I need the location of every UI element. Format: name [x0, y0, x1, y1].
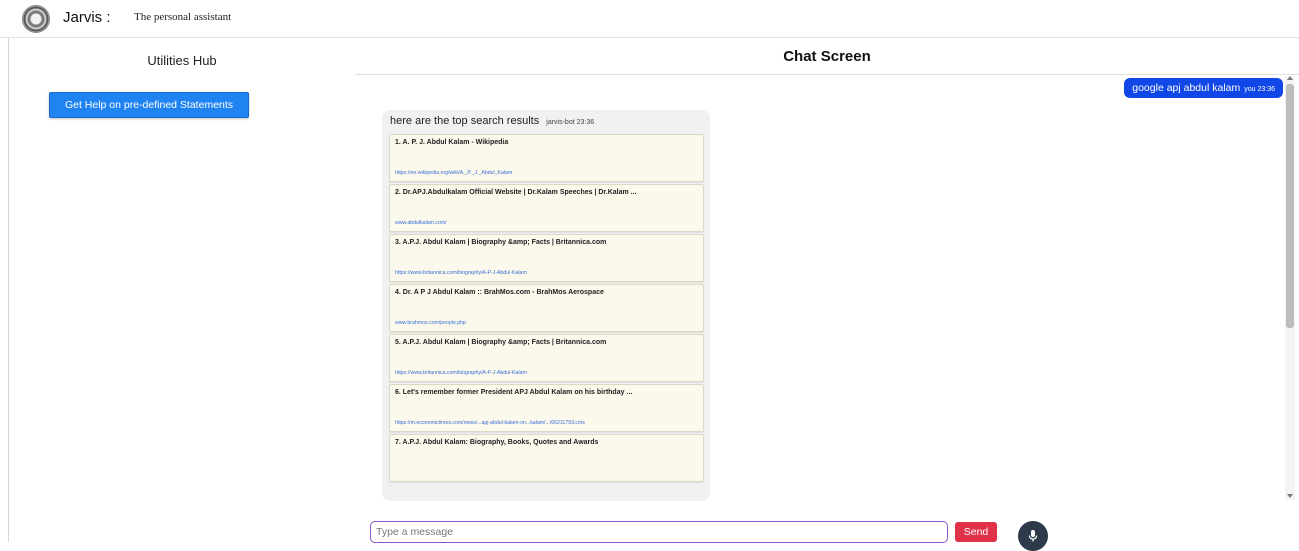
- bot-message-header: here are the top search results jarvis-b…: [390, 115, 594, 127]
- chat-messages-area[interactable]: google apj abdul kalam you 23:36 here ar…: [355, 75, 1299, 501]
- user-message-bubble: google apj abdul kalam you 23:36: [1124, 78, 1283, 98]
- app-name-text: Jarvis: [63, 9, 103, 26]
- search-result-title[interactable]: 7. A.P.J. Abdul Kalam: Biography, Books,…: [395, 439, 598, 446]
- search-result-card[interactable]: 1. A. P. J. Abdul Kalam - Wikipedia http…: [389, 134, 704, 182]
- user-message-text: google apj abdul kalam: [1132, 82, 1241, 94]
- app-name: Jarvis :: [63, 9, 111, 26]
- help-predefined-statements-button[interactable]: Get Help on pre-defined Statements: [49, 92, 249, 118]
- search-result-title[interactable]: 3. A.P.J. Abdul Kalam | Biography &amp; …: [395, 239, 606, 246]
- scrollbar-thumb[interactable]: [1286, 84, 1294, 328]
- logo-icon: [22, 5, 50, 33]
- bot-message-meta: jarvis-bot 23:36: [546, 119, 595, 126]
- bot-message-text: here are the top search results: [390, 115, 540, 127]
- search-result-title[interactable]: 6. Let's remember former President APJ A…: [395, 389, 632, 396]
- bot-message-bubble: here are the top search results jarvis-b…: [382, 110, 710, 501]
- scroll-up-arrow-icon[interactable]: [1287, 76, 1293, 80]
- app-name-separator: :: [106, 9, 111, 26]
- search-result-url[interactable]: https://www.britannica.com/biography/A-P…: [395, 270, 527, 276]
- microphone-icon: [1028, 530, 1038, 542]
- search-result-title[interactable]: 4. Dr. A P J Abdul Kalam :: BrahMos.com …: [395, 289, 604, 296]
- search-result-title[interactable]: 1. A. P. J. Abdul Kalam - Wikipedia: [395, 139, 508, 146]
- send-button[interactable]: Send: [955, 522, 997, 542]
- search-result-title[interactable]: 5. A.P.J. Abdul Kalam | Biography &amp; …: [395, 339, 606, 346]
- message-input[interactable]: [370, 521, 948, 543]
- search-result-url[interactable]: https://www.britannica.com/biography/A-P…: [395, 370, 527, 376]
- search-result-url[interactable]: https://en.wikipedia.org/wiki/A._P._J._A…: [395, 170, 512, 176]
- search-result-url[interactable]: www.abdulkalam.com/: [395, 220, 447, 226]
- search-result-card[interactable]: 5. A.P.J. Abdul Kalam | Biography &amp; …: [389, 334, 704, 382]
- search-result-url[interactable]: https://m.economictimes.com/news/...apj-…: [395, 420, 585, 426]
- search-result-card[interactable]: 2. Dr.APJ.Abdulkalam Official Website | …: [389, 184, 704, 232]
- app-header: Jarvis : The personal assistant: [0, 0, 1299, 38]
- chat-scrollbar[interactable]: [1285, 76, 1295, 500]
- microphone-button[interactable]: [1018, 521, 1048, 551]
- chat-screen-title: Chat Screen: [355, 38, 1299, 75]
- search-result-url[interactable]: www.brahmos.com/people.php: [395, 320, 466, 326]
- search-result-card[interactable]: 3. A.P.J. Abdul Kalam | Biography &amp; …: [389, 234, 704, 282]
- chat-panel: Chat Screen google apj abdul kalam you 2…: [355, 38, 1299, 551]
- sidebar-title: Utilities Hub: [147, 53, 217, 68]
- user-message-meta: you 23:36: [1244, 86, 1275, 93]
- scroll-down-arrow-icon[interactable]: [1287, 494, 1293, 498]
- app-subtitle: The personal assistant: [134, 11, 232, 23]
- search-result-card[interactable]: 4. Dr. A P J Abdul Kalam :: BrahMos.com …: [389, 284, 704, 332]
- utilities-sidebar: Utilities Hub Get Help on pre-defined St…: [8, 38, 356, 542]
- search-result-card[interactable]: 7. A.P.J. Abdul Kalam: Biography, Books,…: [389, 434, 704, 482]
- search-result-title[interactable]: 2. Dr.APJ.Abdulkalam Official Website | …: [395, 189, 637, 196]
- search-result-card[interactable]: 6. Let's remember former President APJ A…: [389, 384, 704, 432]
